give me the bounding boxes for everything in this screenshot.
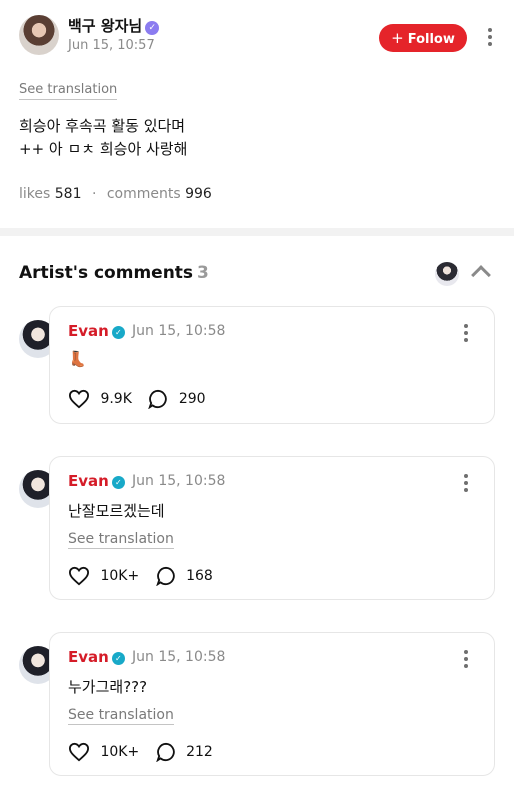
comment-bubble-icon[interactable]: [155, 742, 176, 762]
follow-button[interactable]: + Follow: [379, 24, 467, 52]
verified-check-icon: ✓: [111, 476, 125, 489]
comments-label: comments: [106, 186, 181, 202]
commenter-name[interactable]: Evan ✓: [68, 648, 125, 666]
like-count: 10K+: [100, 568, 140, 584]
comment-card: Evan ✓ Jun 15, 10:58 난잘모르겠는데 See translat…: [49, 456, 495, 600]
verified-check-icon: ✓: [111, 652, 125, 665]
post-header: 백구 왕자님 ✓ Jun 15, 10:57 + Follow: [0, 0, 514, 70]
comment-see-translation[interactable]: See translation: [68, 704, 174, 725]
heart-icon[interactable]: [68, 389, 90, 409]
comment-bubble-icon[interactable]: [148, 389, 168, 409]
reply-count: 290: [178, 391, 206, 407]
reply-count: 212: [186, 744, 213, 760]
comment-time: Jun 15, 10:58: [132, 323, 226, 339]
artist-comment: Evan ✓ Jun 15, 10:58 👢 9.9K 290: [0, 306, 514, 426]
see-translation-link[interactable]: See translation: [68, 707, 174, 725]
artist-comments-title: Artist's comments 3: [19, 263, 209, 283]
artist-comment: Evan ✓ Jun 15, 10:58 누가그래??? See translat…: [0, 632, 514, 778]
comment-actions: 10K+ 168: [68, 566, 225, 586]
like-count: 9.9K: [100, 391, 132, 407]
comment-see-translation[interactable]: See translation: [68, 528, 174, 549]
more-vertical-icon[interactable]: [463, 324, 469, 345]
author-name[interactable]: 백구 왕자님 ✓: [68, 15, 160, 36]
comment-card: Evan ✓ Jun 15, 10:58 👢 9.9K 290: [49, 306, 495, 424]
see-translation-link[interactable]: See translation: [68, 531, 174, 549]
more-vertical-icon[interactable]: [463, 474, 469, 495]
comment-card: Evan ✓ Jun 15, 10:58 누가그래??? See translat…: [49, 632, 495, 776]
see-translation-link[interactable]: See translation: [19, 82, 118, 100]
follow-label: Follow: [407, 32, 455, 47]
author-avatar[interactable]: [19, 15, 59, 55]
post-body: 희승아 후속곡 활동 있다며 ++ 아 ㅁㅊ 희승아 사랑해: [19, 117, 188, 158]
comment-text: 👢: [68, 350, 87, 368]
post-stats: likes 581 · comments 996: [19, 186, 212, 202]
comment-time: Jun 15, 10:58: [132, 473, 226, 489]
verified-badge-icon: ✓: [145, 21, 160, 35]
heart-icon[interactable]: [68, 566, 90, 586]
commenter-name-text[interactable]: Evan: [68, 472, 109, 490]
comment-text: 누가그래???: [68, 678, 148, 696]
plus-icon: +: [391, 29, 404, 47]
post-time: Jun 15, 10:57: [68, 38, 155, 53]
section-divider: [0, 228, 514, 236]
verified-check-icon: ✓: [111, 326, 125, 339]
chevron-up-icon[interactable]: [471, 265, 491, 285]
commenter-name-text[interactable]: Evan: [68, 648, 109, 666]
artist-comments-count: 3: [197, 263, 209, 283]
post-see-translation[interactable]: See translation: [19, 78, 118, 100]
artist-comments-label: Artist's comments: [19, 263, 194, 283]
like-count: 10K+: [100, 744, 140, 760]
heart-icon[interactable]: [68, 742, 90, 762]
comment-actions: 10K+ 212: [68, 742, 225, 762]
comment-time: Jun 15, 10:58: [132, 649, 226, 665]
more-vertical-icon[interactable]: [487, 28, 493, 49]
commenter-name[interactable]: Evan ✓: [68, 322, 125, 340]
likes-label: likes: [19, 186, 51, 202]
comments-count: 996: [185, 186, 212, 202]
author-name-text[interactable]: 백구 왕자님: [68, 17, 142, 35]
reply-count: 168: [186, 568, 213, 584]
stats-separator: ·: [91, 186, 97, 202]
commenter-name-text[interactable]: Evan: [68, 322, 109, 340]
commenter-name[interactable]: Evan ✓: [68, 472, 125, 490]
comment-bubble-icon[interactable]: [155, 566, 176, 586]
comment-text: 난잘모르겠는데: [68, 502, 165, 520]
artist-comment: Evan ✓ Jun 15, 10:58 난잘모르겠는데 See translat…: [0, 456, 514, 602]
artist-avatar-small: [435, 262, 459, 286]
comment-actions: 9.9K 290: [68, 389, 218, 409]
more-vertical-icon[interactable]: [463, 650, 469, 671]
likes-count: 581: [54, 186, 82, 202]
